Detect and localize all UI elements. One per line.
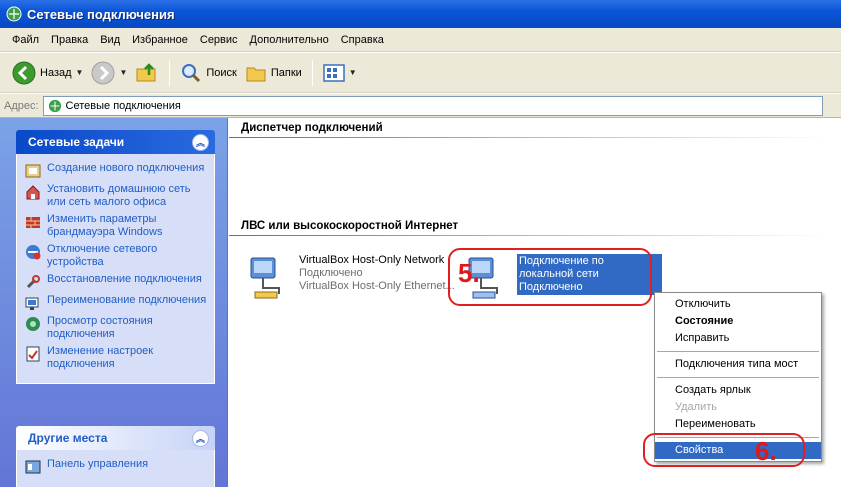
network-connections-icon	[6, 6, 22, 22]
forward-arrow-icon	[91, 61, 115, 84]
task-change-settings[interactable]: Изменение настроек подключения	[25, 345, 208, 371]
task-label: Отключение сетевого устройства	[47, 243, 158, 268]
connection-status: Подключено	[299, 267, 363, 279]
task-home-network[interactable]: Установить домашнюю сеть или сеть малого…	[25, 183, 208, 209]
menu-tools[interactable]: Сервис	[194, 32, 244, 48]
back-arrow-icon	[12, 61, 36, 84]
back-label: Назад	[40, 66, 72, 79]
annotation-step6: 6.	[755, 436, 777, 466]
settings-icon	[26, 346, 40, 362]
rename-icon	[25, 297, 39, 310]
task-view-status[interactable]: Просмотр состояния подключения	[25, 315, 208, 341]
address-value: Сетевые подключения	[65, 99, 181, 112]
disable-device-icon	[26, 245, 41, 260]
other-places-header[interactable]: Другие места ︽	[16, 426, 215, 450]
search-label: Поиск	[206, 66, 237, 79]
menu-favorites[interactable]: Избранное	[126, 32, 194, 48]
menu-separator	[657, 377, 819, 378]
search-icon	[182, 63, 201, 82]
network-tasks-header[interactable]: Сетевые задачи ︽	[16, 130, 215, 154]
menu-view[interactable]: Вид	[94, 32, 126, 48]
task-firewall[interactable]: Изменить параметры брандмауэра Windows	[25, 213, 208, 239]
toolbar-separator	[169, 59, 171, 86]
annotation-step5: 5.	[458, 258, 480, 288]
network-tasks-panel: Сетевые задачи ︽ Создание нового подключ…	[16, 130, 215, 384]
menu-create-shortcut[interactable]: Создать ярлык	[655, 382, 821, 399]
window-title: Сетевые подключения	[27, 6, 175, 22]
firewall-icon	[26, 217, 40, 228]
back-dropdown-icon[interactable]: ▼	[76, 68, 84, 77]
task-repair[interactable]: Восстановление подключения	[25, 273, 208, 290]
up-folder-icon	[136, 62, 156, 81]
menu-bridge-connections[interactable]: Подключения типа мост	[655, 356, 821, 373]
group-header-connection-manager: Диспетчер подключений	[241, 122, 383, 134]
menu-advanced[interactable]: Дополнительно	[244, 32, 335, 48]
connection-virtualbox[interactable]: VirtualBox Host-Only Network Подключено …	[245, 254, 455, 302]
collapse-icon[interactable]: ︽	[192, 429, 209, 447]
network-tasks-list: Создание нового подключения Установить д…	[16, 154, 215, 384]
title-bar: Сетевые подключения	[0, 0, 841, 28]
connection-device: VirtualBox Host-Only Ethernet...	[299, 280, 455, 292]
toolbar: Назад ▼ ▼ Поиск Папки ▼	[0, 53, 841, 93]
other-places-panel: Другие места ︽ Панель управления	[16, 426, 215, 487]
task-label: Просмотр состояния подключения	[47, 315, 153, 340]
address-field[interactable]: Сетевые подключения	[42, 95, 823, 116]
folders-label: Папки	[270, 66, 302, 79]
forward-button[interactable]: ▼	[87, 58, 131, 88]
control-panel-icon	[25, 460, 41, 474]
group-header-lan: ЛВС или высокоскоростной Интернет	[241, 220, 459, 232]
collapse-icon[interactable]: ︽	[192, 133, 209, 151]
forward-dropdown-icon[interactable]: ▼	[119, 68, 127, 77]
task-label: Создание нового подключения	[47, 162, 205, 174]
task-label: Изменение настроек подключения	[47, 345, 154, 370]
up-folder-button[interactable]	[131, 58, 163, 88]
home-network-icon	[26, 185, 40, 200]
back-button[interactable]: Назад ▼	[8, 58, 87, 88]
status-icon	[26, 317, 40, 331]
toolbar-separator	[311, 59, 313, 86]
task-label: Изменить параметры брандмауэра Windows	[47, 213, 163, 238]
views-dropdown-icon[interactable]: ▼	[349, 68, 357, 77]
other-places-list: Панель управления	[16, 450, 215, 487]
menu-delete: Удалить	[675, 401, 717, 413]
other-places-title: Другие места	[28, 431, 108, 445]
search-button[interactable]: Поиск	[176, 58, 240, 88]
connection-info: VirtualBox Host-Only Network Подключено …	[299, 254, 455, 293]
menu-edit[interactable]: Правка	[45, 32, 94, 48]
network-adapter-icon	[250, 257, 280, 299]
task-label: Установить домашнюю сеть или сеть малого…	[47, 183, 191, 208]
task-label: Восстановление подключения	[47, 273, 202, 285]
connection-name: VirtualBox Host-Only Network	[299, 254, 445, 266]
menu-disconnect[interactable]: Отключить	[655, 296, 821, 313]
annotation-ring-step6	[643, 433, 805, 467]
task-pane: Сетевые задачи ︽ Создание нового подключ…	[0, 118, 228, 487]
task-label: Переименование подключения	[47, 294, 207, 306]
task-disable-device[interactable]: Отключение сетевого устройства	[25, 243, 208, 269]
new-connection-icon	[25, 164, 41, 178]
folders-button[interactable]: Папки	[241, 58, 306, 88]
address-bar: Адрес: Сетевые подключения	[0, 94, 841, 118]
address-label: Адрес:	[4, 99, 39, 112]
group-divider	[229, 235, 829, 236]
place-control-panel[interactable]: Панель управления	[25, 458, 208, 475]
menu-separator	[657, 351, 819, 352]
task-new-connection[interactable]: Создание нового подключения	[25, 162, 208, 179]
repair-icon	[26, 275, 40, 289]
folders-icon	[246, 67, 266, 81]
network-tasks-title: Сетевые задачи	[28, 135, 125, 149]
menu-file[interactable]: Файл	[6, 32, 45, 48]
group-divider	[229, 137, 829, 138]
menu-repair[interactable]: Исправить	[655, 330, 821, 347]
menu-status[interactable]: Состояние	[655, 313, 821, 330]
place-label: Панель управления	[47, 458, 149, 470]
views-icon	[323, 63, 345, 82]
task-rename[interactable]: Переименование подключения	[25, 294, 208, 311]
menu-bar: Файл Правка Вид Избранное Сервис Дополни…	[0, 28, 841, 52]
menu-rename[interactable]: Переименовать	[655, 416, 821, 433]
network-connections-icon	[48, 99, 61, 112]
menu-help[interactable]: Справка	[335, 32, 390, 48]
views-button[interactable]: ▼	[319, 58, 361, 88]
